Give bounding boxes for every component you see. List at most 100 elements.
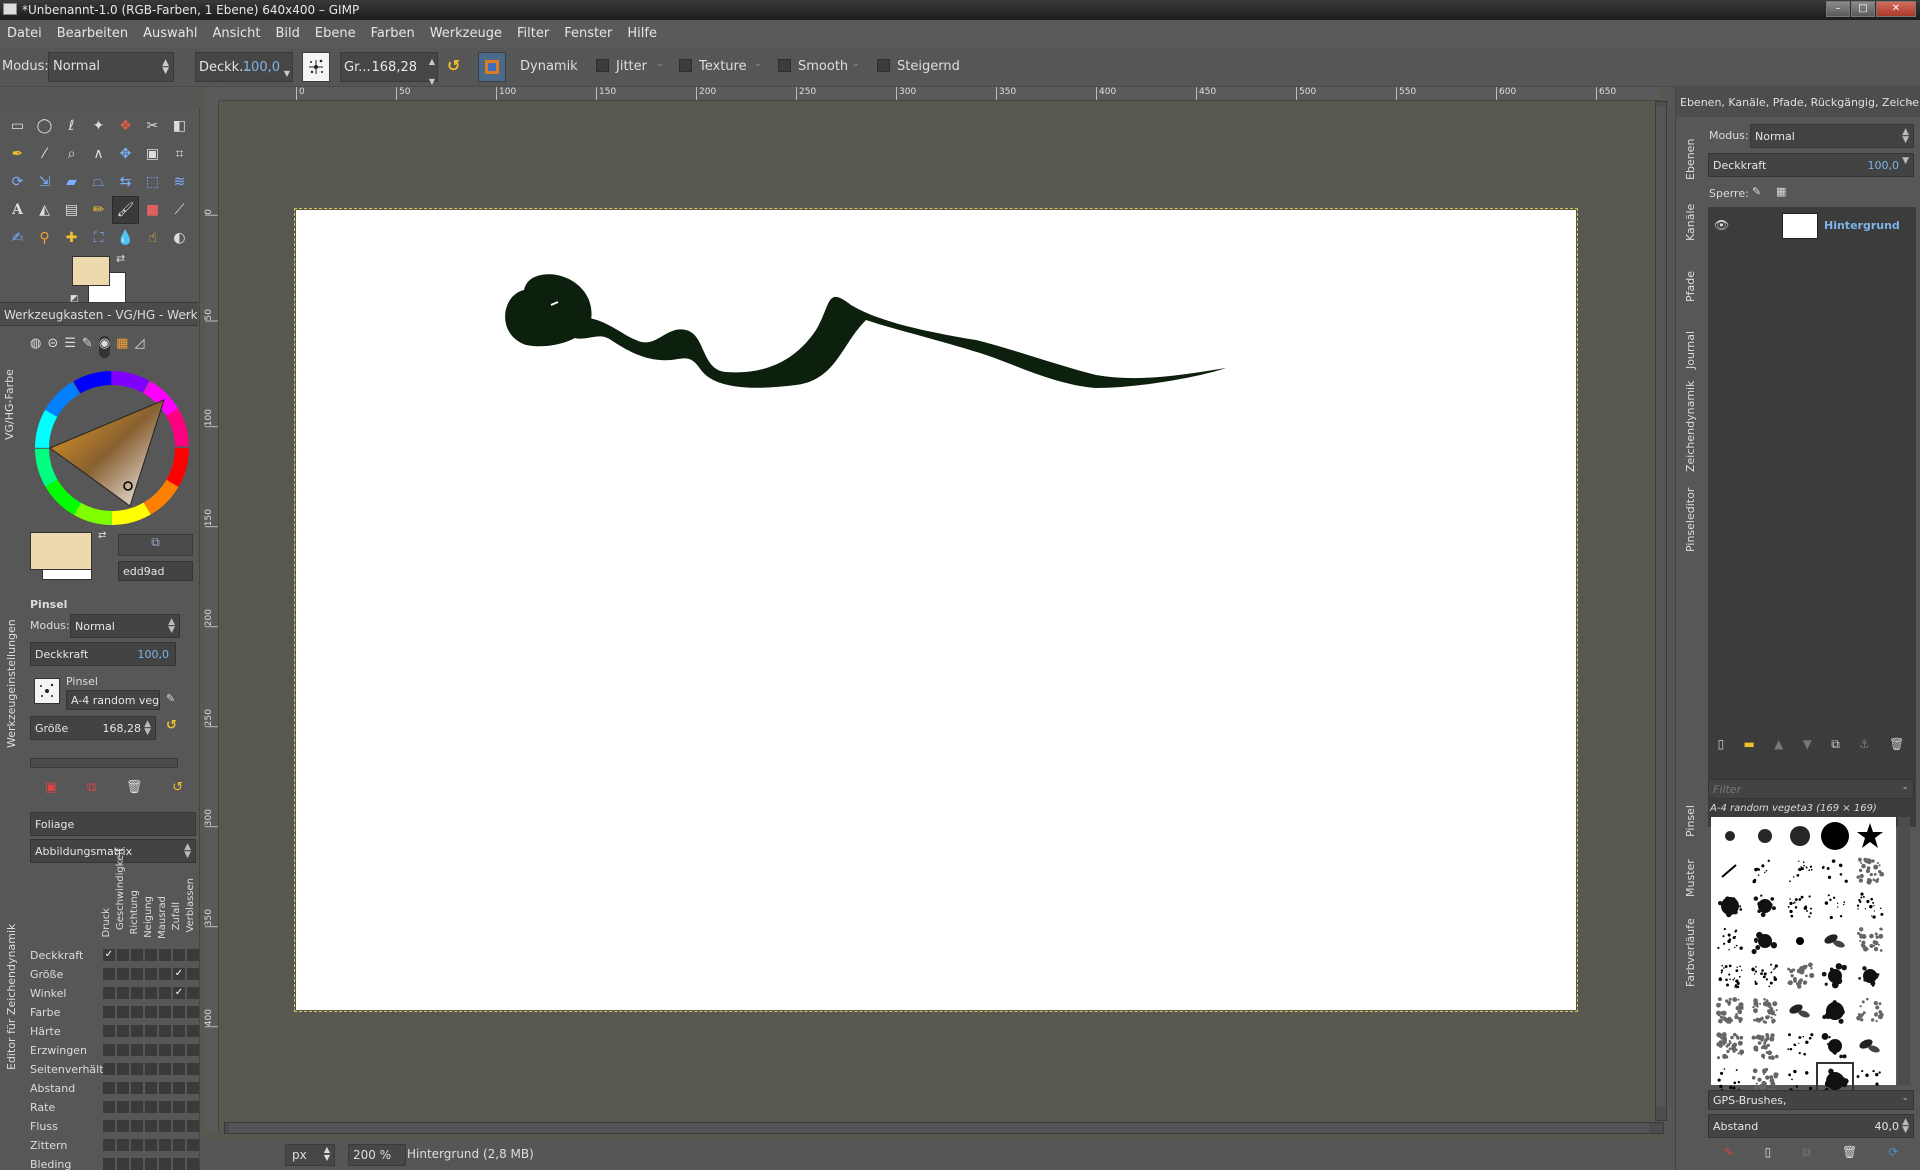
new-group-icon[interactable]: ▬ (1744, 737, 1755, 759)
menu-auswahl[interactable]: Auswahl (136, 26, 205, 41)
dynamics-checkbox[interactable] (187, 949, 199, 961)
brush-preset[interactable] (1783, 959, 1817, 993)
dynamics-checkbox[interactable] (145, 1082, 157, 1094)
tool-options-vtab[interactable]: Werkzeugeinstellungen (5, 608, 25, 748)
clone-tool-icon[interactable]: ⚲ (31, 224, 58, 252)
brush-preset[interactable] (1783, 994, 1817, 1028)
brush-preset[interactable] (1713, 959, 1747, 993)
dynamics-checkbox[interactable] (159, 1006, 171, 1018)
dynamics-checkbox[interactable] (131, 1158, 143, 1170)
menu-ansicht[interactable]: Ansicht (205, 26, 268, 41)
swap-colors-icon[interactable]: ⇄ (116, 252, 125, 265)
hex-entry[interactable]: edd9ad (118, 561, 193, 581)
menu-werkzeuge[interactable]: Werkzeuge (423, 26, 510, 41)
brush-select-button[interactable] (302, 52, 330, 82)
dynamics-checkbox[interactable] (103, 1139, 115, 1151)
brush-preset[interactable] (1783, 819, 1817, 853)
dynamics-checkbox[interactable] (145, 1063, 157, 1075)
save-options-icon[interactable]: ▣ (45, 780, 57, 802)
duplicate-brush-icon[interactable]: ⧉ (1802, 1145, 1811, 1165)
tool-opacity-spin[interactable]: Deckkraft 100,0 (30, 642, 176, 666)
vtab-kanaele[interactable]: Kanäle (1684, 191, 1704, 241)
foreground-select-tool-icon[interactable]: ◧ (166, 112, 193, 140)
dynamics-checkbox[interactable] (187, 1063, 199, 1075)
reset-size-icon[interactable]: ↺ (166, 718, 177, 733)
menu-filter[interactable]: Filter (510, 26, 557, 41)
vtab-ebenen[interactable]: Ebenen (1684, 125, 1704, 180)
vtab-farbverlaeufe[interactable]: Farbverläufe (1684, 907, 1704, 987)
delete-options-icon[interactable]: 🗑 (126, 780, 143, 802)
brush-preset[interactable] (1748, 994, 1782, 1028)
brush-preview-button[interactable] (34, 678, 60, 704)
perspective-tool-icon[interactable]: ⏢ (85, 168, 112, 196)
dynamics-checkbox[interactable] (187, 987, 199, 999)
flip-tool-icon[interactable]: ⇆ (112, 168, 139, 196)
dynamics-checkbox[interactable] (103, 1082, 115, 1094)
menu-datei[interactable]: Datei (0, 26, 50, 41)
dynamics-checkbox[interactable] (103, 968, 115, 980)
dynamics-select-button[interactable] (478, 52, 506, 82)
brush-preset[interactable] (1783, 854, 1817, 888)
scissors-tool-icon[interactable]: ✂ (139, 112, 166, 140)
color-select-tool-icon[interactable]: ❖ (112, 112, 139, 140)
dynamics-checkbox[interactable] (159, 987, 171, 999)
hue-triangle-selector[interactable] (30, 366, 195, 531)
brush-preset[interactable] (1818, 889, 1852, 923)
brush-filter-input[interactable]: Filter ⌄ (1708, 779, 1914, 799)
dynamics-checkbox[interactable] (159, 1120, 171, 1132)
brush-preset[interactable] (1853, 1029, 1887, 1063)
dynamics-checkbox[interactable] (187, 1025, 199, 1037)
shear-tool-icon[interactable]: ▰ (58, 168, 85, 196)
rotate-tool-icon[interactable]: ⟳ (4, 168, 31, 196)
dynamics-checkbox[interactable] (173, 1139, 185, 1151)
tool-brush-name[interactable]: A-4 random vege (66, 690, 160, 710)
reset-size-icon[interactable]: ↺ (447, 56, 467, 78)
layers-mode-combo[interactable]: Normal ▲ ▼ (1750, 124, 1914, 148)
dynamics-checkbox[interactable] (159, 1101, 171, 1113)
dynamics-checkbox[interactable] (145, 987, 157, 999)
brush-preset[interactable] (1783, 924, 1817, 958)
new-layer-icon[interactable]: ▯ (1718, 737, 1725, 759)
dynamics-checkbox[interactable] (131, 1044, 143, 1056)
brush-preset[interactable] (1783, 889, 1817, 923)
dynamics-checkbox[interactable] (187, 1101, 199, 1113)
color-picker-tool-icon[interactable]: ⁄ (31, 140, 58, 168)
delete-layer-icon[interactable]: 🗑 (1889, 737, 1904, 759)
watercolor-selector-icon[interactable]: ✎ (82, 336, 93, 358)
paintbrush-tool-icon[interactable]: 🖌 (112, 196, 139, 224)
dynamics-checkbox[interactable] (145, 1158, 157, 1170)
horizontal-scroll-thumb[interactable] (229, 1123, 1649, 1133)
fg-color-preview[interactable] (30, 532, 92, 570)
vertical-scroll-thumb[interactable] (1656, 106, 1666, 1106)
horizontal-scrollbar[interactable] (224, 1122, 1664, 1134)
menu-bild[interactable]: Bild (269, 26, 308, 41)
pencil-tool-icon[interactable]: ✏ (85, 196, 112, 224)
brush-preset[interactable] (1713, 924, 1747, 958)
size-spin[interactable]: Gr... 168,28 ▲ ▼ (340, 52, 438, 86)
tab-menu-icon[interactable]: – (184, 307, 190, 321)
blur-tool-icon[interactable]: 💧 (112, 224, 139, 252)
dynamics-checkbox[interactable] (145, 968, 157, 980)
dynamics-checkbox[interactable]: ✓ (103, 949, 115, 961)
dynamics-checkbox[interactable] (131, 1025, 143, 1037)
scale-tool-icon[interactable]: ⇲ (31, 168, 58, 196)
dynamics-checkbox[interactable] (173, 1044, 185, 1056)
dynamics-checkbox[interactable]: ✓ (173, 968, 185, 980)
dynamics-checkbox[interactable] (103, 987, 115, 999)
increment-checkbox[interactable] (877, 59, 890, 72)
chevron-down-icon[interactable]: ⌄ (852, 59, 860, 69)
brush-preset[interactable] (1748, 1029, 1782, 1063)
delete-brush-icon[interactable]: 🗑 (1842, 1145, 1857, 1165)
gimp-selector-icon[interactable]: ◍ (30, 336, 41, 358)
dynamics-checkbox[interactable] (103, 1063, 115, 1075)
brush-preset[interactable] (1818, 924, 1852, 958)
color-history-button[interactable]: ⧉ (118, 534, 193, 556)
chevron-down-icon[interactable]: ⌄ (656, 59, 664, 69)
dynamics-checkbox[interactable] (159, 949, 171, 961)
dynamics-checkbox[interactable] (131, 987, 143, 999)
brush-preset[interactable] (1853, 819, 1887, 853)
dynamics-checkbox[interactable] (187, 1082, 199, 1094)
brush-preset[interactable] (1713, 854, 1747, 888)
palette-selector-icon[interactable]: ▦ (116, 336, 128, 358)
brush-preset[interactable] (1748, 889, 1782, 923)
